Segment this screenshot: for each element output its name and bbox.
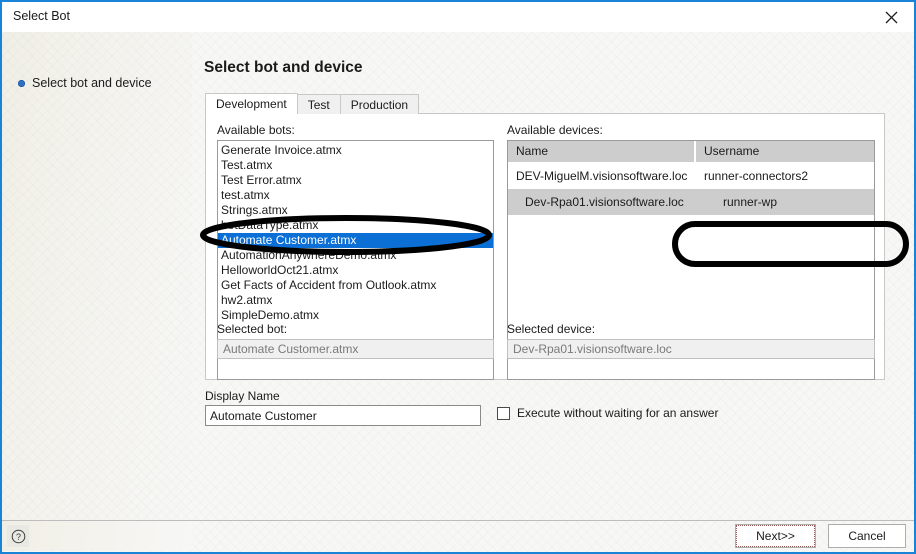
device-username: runner-connectors2 [704,169,809,183]
list-item[interactable]: test.atmx [218,188,493,203]
select-bot-dialog: Select Bot Select bot and device Select … [0,0,916,554]
selected-device-label: Selected device: [507,322,596,336]
available-bots-label: Available bots: [217,123,295,137]
list-item[interactable]: hw2.atmx [218,293,493,308]
display-name-label: Display Name [205,389,280,403]
execute-without-waiting-label: Execute without waiting for an answer [517,406,719,420]
list-item[interactable]: Get Facts of Accident from Outlook.atmx [218,278,493,293]
list-item[interactable]: botDataType.atmx [218,218,493,233]
window-title: Select Bot [13,9,70,23]
execute-without-waiting-row[interactable]: Execute without waiting for an answer [497,406,718,420]
selected-bot-value: Automate Customer.atmx [217,339,494,359]
footer-sidebar-band [2,521,192,551]
sidebar-item-label: Select bot and device [32,76,152,90]
list-item[interactable]: SimpleDemo.atmx [218,308,493,323]
list-item-selected[interactable]: Automate Customer.atmx [218,233,493,248]
tab-development[interactable]: Development [205,93,298,114]
column-header-name[interactable]: Name [508,141,696,162]
selected-bot-label: Selected bot: [217,322,288,336]
list-item[interactable]: Strings.atmx [218,203,493,218]
help-icon[interactable]: ? [7,525,29,547]
next-button-label: Next>> [736,525,815,547]
dialog-footer: ? Next>> Cancel [2,520,914,552]
wizard-step-sidebar: Select bot and device [2,32,192,521]
close-icon[interactable] [868,2,914,32]
environment-tabs: Development Test Production [205,93,420,114]
title-bar: Select Bot [2,2,914,33]
available-devices-label: Available devices: [507,123,603,137]
table-row-selected[interactable]: Dev-Rpa01.visionsoftware.loc runner-wp [508,189,874,215]
next-button[interactable]: Next>> [735,524,816,548]
column-header-username[interactable]: Username [696,141,874,162]
sidebar-item-select-bot-and-device[interactable]: Select bot and device [18,76,152,90]
svg-text:?: ? [15,532,20,542]
list-item[interactable]: AutomationAnywhereDemo.atmx [218,248,493,263]
selected-device-value: Dev-Rpa01.visionsoftware.loc [507,339,875,359]
device-username: runner-wp [723,195,778,209]
list-item[interactable]: HelloworldOct21.atmx [218,263,493,278]
device-name: Dev-Rpa01.visionsoftware.loc [525,195,684,209]
table-row[interactable]: DEV-MiguelM.visionsoftware.loc runner-co… [508,163,874,189]
execute-without-waiting-checkbox[interactable] [497,406,510,420]
main-content: Select bot and device Development Test P… [192,32,914,521]
list-item[interactable]: Generate Invoice.atmx [218,143,493,158]
list-item[interactable]: Test Error.atmx [218,173,493,188]
page-title: Select bot and device [204,59,363,76]
tab-test[interactable]: Test [296,94,341,114]
display-name-input[interactable] [205,405,481,426]
tab-production[interactable]: Production [339,94,420,114]
table-header: Name Username [508,141,874,163]
development-tab-panel: Available bots: Generate Invoice.atmx Te… [205,113,885,380]
step-bullet-icon [18,79,25,87]
device-name: DEV-MiguelM.visionsoftware.loc [516,169,688,183]
list-item[interactable]: Test.atmx [218,158,493,173]
dialog-body: Select bot and device Select bot and dev… [2,32,914,552]
cancel-button[interactable]: Cancel [828,524,906,548]
